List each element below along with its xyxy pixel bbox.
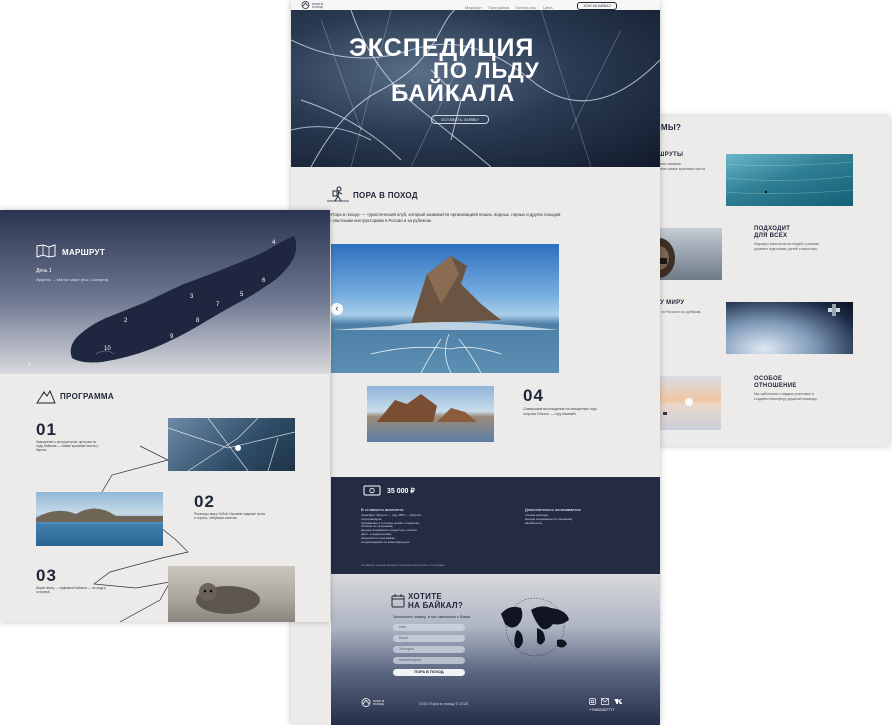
step-01-number: 01 xyxy=(36,420,57,439)
seal-photo xyxy=(168,566,295,622)
step-01-text: Знакомство с инструктором, прогулка по л… xyxy=(36,440,99,453)
footer-logo-text: ПОРА В ПОХОД xyxy=(373,699,385,706)
slider-prev-button[interactable]: ‹ xyxy=(331,303,343,315)
included-title: В стоимость включено: xyxy=(361,507,405,512)
extra-title: Дополнительно оплачивается: xyxy=(525,507,582,512)
card-title-everyone: ПОДХОДИТ ДЛЯ ВСЕХ xyxy=(754,226,791,239)
submit-button[interactable]: ПОРА В ПОХОД xyxy=(393,669,465,676)
included-item: сопровождение на всём маршруте. xyxy=(361,539,411,544)
footer-phone: +79453337777 xyxy=(589,708,615,712)
card-text-everyone: Маршрут рассчитан на людей с разным уров… xyxy=(754,242,819,251)
nav-cta-button[interactable]: ХОЧУ НА БАЙКАЛ xyxy=(577,2,617,10)
hiker-icon xyxy=(327,186,349,202)
earth-orbit-photo xyxy=(726,302,853,354)
bay-shore-photo xyxy=(36,492,163,546)
logo-text: ПОРА В ПОХОД xyxy=(312,2,324,9)
phone-field[interactable]: Телефон xyxy=(393,646,465,653)
frozen-sea-photo xyxy=(726,154,853,206)
ice-cracks-photo xyxy=(168,418,295,471)
extra-item: авиабилеты. xyxy=(525,520,543,525)
money-icon xyxy=(363,485,381,496)
sunset-ice-photo xyxy=(659,376,721,430)
top-nav: ПОРА В ПОХОД Маршрут Программа Почему мы… xyxy=(291,0,660,10)
world-map-icon xyxy=(501,597,569,657)
extra-list: личные расходы; аренда снаряжения (по же… xyxy=(525,513,645,525)
vk-icon[interactable] xyxy=(614,698,623,705)
landing-center-panel: ПОРА В ПОХОД Маршрут Программа Почему мы… xyxy=(291,0,660,725)
mail-icon[interactable] xyxy=(601,698,609,705)
step-03-text: Ищем нерпу — эндемика Байкала — на льду … xyxy=(36,586,106,595)
form-title-line1: ХОТИТЕ xyxy=(408,592,443,601)
step-02-number: 02 xyxy=(194,492,215,511)
route-program-panel: МАРШРУТ День 1 Иркутск → Малое море (пос… xyxy=(0,210,330,622)
hero-apply-button[interactable]: ОСТАВИТЬ ЗАЯВКУ xyxy=(431,115,489,124)
comment-field[interactable]: Комментарий xyxy=(393,657,465,664)
price-section: 35 000 ₽ В стоимость включено: трансфер:… xyxy=(331,477,660,574)
step-03-number: 03 xyxy=(36,566,57,585)
calendar-icon xyxy=(391,594,405,608)
form-title-line2: НА БАЙКАЛ? xyxy=(408,601,464,610)
about-title: ПОРА В ПОХОД xyxy=(353,191,418,200)
form-subtitle: Заполните заявку, и мы свяжемся с Вами xyxy=(393,614,471,619)
footer-copyright: ООО Пора в поход © 2023 xyxy=(419,701,469,706)
step-04-number: 04 xyxy=(523,386,544,405)
ice-rock-slider-photo xyxy=(331,244,559,373)
email-field[interactable]: Email xyxy=(393,635,465,642)
hero-section: Экспедиция по льду Байкала ОСТАВИТЬ ЗАЯВ… xyxy=(291,10,660,167)
card-title-attitude: ОСОБОЕ ОТНОШЕНИЕ xyxy=(754,376,797,389)
form-section: ХОТИТЕ НА БАЙКАЛ? Заполните заявку, и мы… xyxy=(331,574,660,725)
name-field[interactable]: Имя xyxy=(393,624,465,631)
rock-cape-photo xyxy=(367,386,494,442)
program-path-line xyxy=(93,445,189,622)
instagram-icon[interactable] xyxy=(589,698,596,705)
hero-title-line3: Байкала xyxy=(391,80,516,107)
step-02-text: Переход к мысу Хобой. Изучаем ледяные гр… xyxy=(194,512,266,521)
included-list: трансфер: Иркутск — лед, МРС — Иркутск; … xyxy=(361,513,501,544)
logo-icon[interactable] xyxy=(301,1,310,9)
about-text: «Пора в поход» — туристический клуб, кот… xyxy=(329,212,561,223)
footer-logo-icon[interactable] xyxy=(361,698,371,707)
card-text-attitude: Мы заботимся о каждом участнике и создаё… xyxy=(754,392,818,401)
price-amount: 35 000 ₽ xyxy=(387,488,415,495)
step-04-text: Совершаем восхождение на священную гору … xyxy=(523,407,597,416)
price-note: Стоимость указана на одного человека при… xyxy=(361,563,445,567)
